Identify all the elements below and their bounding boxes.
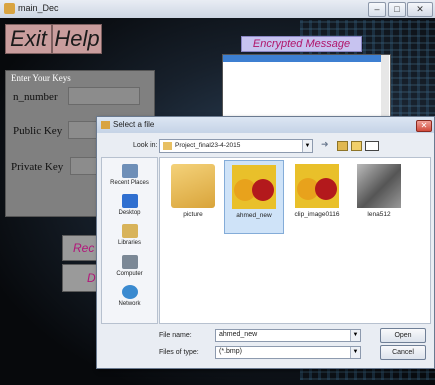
title-bar: main_Dec – □ ✕ [0, 0, 435, 19]
back-icon[interactable]: ➜ [321, 139, 329, 150]
network-icon [121, 285, 138, 299]
help-button[interactable]: Help [52, 24, 102, 54]
portrait-thumbnail [357, 164, 401, 208]
cancel-button[interactable]: Cancel [380, 345, 426, 360]
view-menu-icon[interactable] [365, 141, 379, 151]
window-title: main_Dec [18, 3, 59, 13]
file-name-field[interactable]: ahmed_new ▼ [215, 329, 361, 342]
file-name-label: File name: [159, 332, 192, 339]
dialog-title-bar: Select a file [97, 117, 434, 133]
file-name: ahmed_new [236, 212, 272, 219]
encrypted-message-label: Encrypted Message [241, 36, 362, 52]
maximize-button[interactable]: □ [388, 2, 406, 17]
place-label: Network [118, 301, 141, 307]
place-desktop[interactable]: Desktop [102, 194, 157, 216]
select-file-dialog: Select a file ✕ Look in: Project_final23… [96, 116, 435, 369]
apples-thumbnail [232, 165, 276, 209]
computer-icon [121, 255, 138, 269]
place-libraries[interactable]: Libraries [102, 224, 157, 246]
files-of-type-label: Files of type: [159, 349, 199, 356]
private-key-label: Private Key [11, 161, 64, 173]
file-item-clip-image[interactable]: clip_image0116 [288, 164, 346, 218]
place-label: Desktop [118, 210, 141, 216]
file-item-ahmed-new[interactable]: ahmed_new [224, 160, 284, 234]
dialog-close-button[interactable]: ✕ [416, 120, 432, 132]
new-folder-icon[interactable] [351, 141, 362, 151]
place-label: Computer [116, 271, 143, 277]
file-name: lena512 [367, 211, 391, 218]
recent-places-icon [121, 164, 138, 178]
look-in-value: Project_final23-4-2015 [175, 142, 241, 149]
place-recent-places[interactable]: Recent Places [102, 164, 157, 186]
places-bar: Recent Places Desktop Libraries Computer… [101, 157, 158, 324]
place-computer[interactable]: Computer [102, 255, 157, 277]
chevron-down-icon[interactable]: ▼ [350, 347, 360, 358]
chevron-down-icon[interactable]: ▼ [302, 140, 312, 152]
encrypted-message-box[interactable] [222, 54, 391, 118]
place-label: Libraries [117, 240, 141, 246]
minimize-button[interactable]: – [368, 2, 386, 17]
file-name: clip_image0116 [294, 211, 340, 218]
files-of-type-select[interactable]: (*.bmp) ▼ [215, 346, 361, 359]
dialog-title: Select a file [113, 120, 155, 129]
exit-button[interactable]: Exit [5, 24, 52, 54]
place-label: Recent Places [110, 180, 149, 186]
look-in-combo[interactable]: Project_final23-4-2015 ▼ [159, 139, 313, 153]
place-network[interactable]: Network [102, 285, 157, 307]
public-key-label: Public Key [13, 125, 63, 137]
file-item-picture[interactable]: picture [164, 164, 222, 218]
chevron-down-icon[interactable]: ▼ [350, 330, 360, 341]
libraries-icon [121, 224, 138, 238]
folder-icon [163, 142, 172, 150]
close-button[interactable]: ✕ [407, 2, 433, 17]
folder-icon [171, 164, 215, 208]
dialog-icon [101, 121, 110, 129]
file-item-lena512[interactable]: lena512 [350, 164, 408, 218]
file-list: picture ahmed_new clip_image0116 lena512 [159, 157, 431, 324]
keys-panel-legend: Enter Your Keys [11, 73, 71, 83]
red-apple-icon [315, 178, 337, 200]
matlab-icon [4, 3, 15, 14]
apples-thumbnail [295, 164, 339, 208]
n-number-label: n_number [13, 91, 58, 103]
red-apple-icon [252, 179, 274, 201]
file-name-value: ahmed_new [219, 331, 258, 338]
look-in-label: Look in: [133, 142, 158, 149]
desktop-icon [121, 194, 138, 208]
open-button[interactable]: Open [380, 328, 426, 343]
files-of-type-value: (*.bmp) [219, 348, 242, 355]
n-number-field[interactable] [68, 87, 140, 105]
encrypted-message-selection [223, 55, 381, 62]
encrypted-message-scrollbar[interactable] [381, 55, 389, 117]
file-name: picture [183, 211, 203, 218]
up-folder-icon[interactable] [337, 141, 348, 151]
